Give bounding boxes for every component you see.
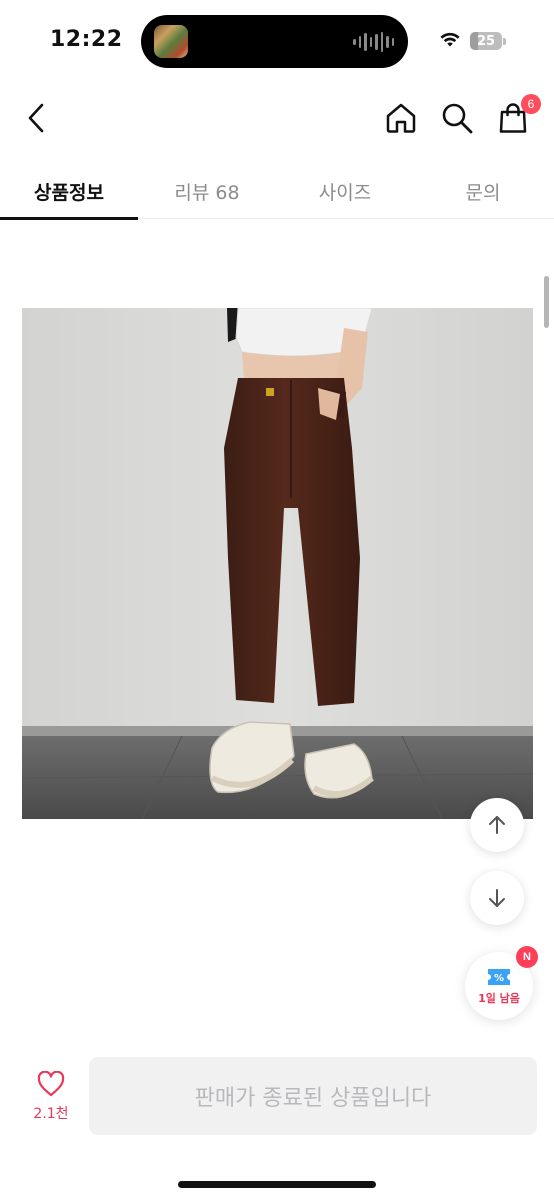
tab-reviews[interactable]: 리뷰 68 <box>138 164 276 218</box>
cart-button[interactable]: 6 <box>493 94 541 138</box>
battery-icon: 25 <box>470 32 506 50</box>
heart-icon <box>37 1071 65 1097</box>
svg-text:%: % <box>494 973 504 984</box>
search-button[interactable] <box>437 98 477 138</box>
coupon-icon: % <box>488 968 510 985</box>
back-arrow-icon <box>28 103 44 133</box>
tab-inquiry[interactable]: 문의 <box>414 164 552 218</box>
back-button[interactable] <box>18 98 54 138</box>
coupon-remaining-label: 1일 남음 <box>478 991 520 1005</box>
tab-product-info[interactable]: 상품정보 <box>0 164 138 220</box>
home-indicator <box>178 1181 376 1188</box>
dynamic-island <box>141 15 408 68</box>
new-badge: N <box>516 946 538 968</box>
like-count: 2.1천 <box>33 1106 69 1122</box>
arrow-down-icon <box>489 889 505 907</box>
tab-size[interactable]: 사이즈 <box>276 164 414 218</box>
like-button[interactable]: 2.1천 <box>22 1071 80 1131</box>
wifi-icon <box>438 30 462 52</box>
app-header: 6 <box>0 88 554 150</box>
status-time: 12:22 <box>50 27 123 52</box>
search-icon <box>442 103 473 134</box>
coupon-button[interactable]: % 1일 남음 N <box>465 946 538 1020</box>
status-indicators: 25 <box>438 30 506 52</box>
arrow-up-icon <box>489 816 505 834</box>
home-icon <box>386 103 416 133</box>
cart-count-badge: 6 <box>521 94 541 114</box>
product-image <box>22 308 533 819</box>
battery-label: 25 <box>476 33 496 49</box>
scroll-bottom-button[interactable] <box>470 871 524 925</box>
home-button[interactable] <box>381 98 421 138</box>
scroll-top-button[interactable] <box>470 798 524 852</box>
audio-wave-icon <box>353 32 394 52</box>
now-playing-thumbnail <box>154 25 188 58</box>
sold-out-button[interactable]: 판매가 종료된 상품입니다 <box>89 1057 537 1135</box>
scrollbar-thumb[interactable] <box>544 276 549 328</box>
status-bar: 12:22 25 <box>0 0 554 80</box>
product-tabs: 상품정보 리뷰 68 사이즈 문의 <box>0 164 554 220</box>
